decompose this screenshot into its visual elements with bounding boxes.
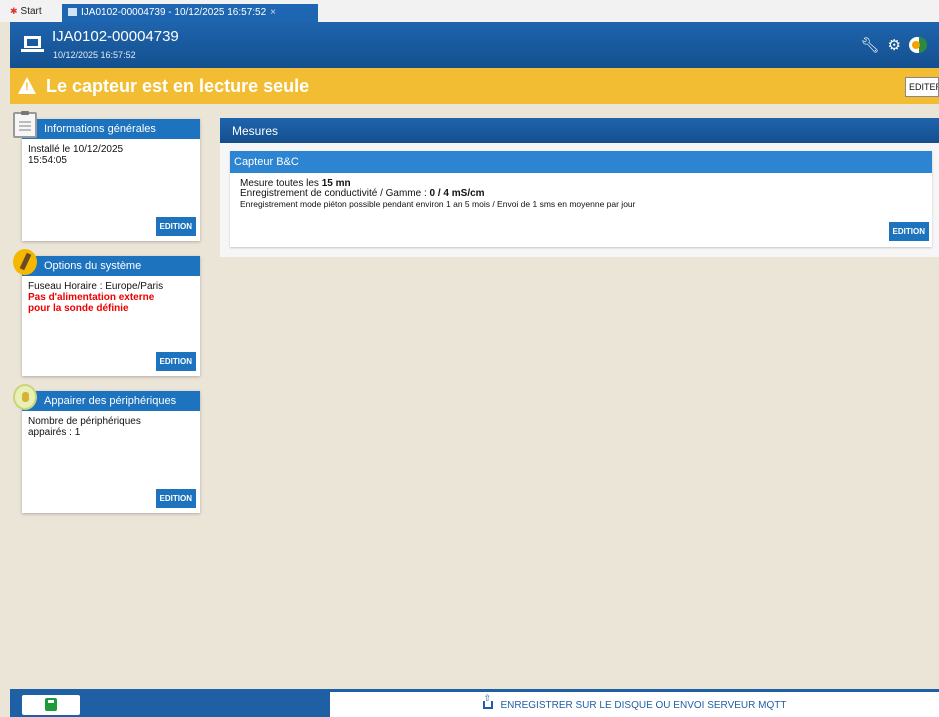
- mesures-panel: Capteur B&C Mesure toutes les 15 mn Enre…: [220, 143, 939, 257]
- card-pair-devices: Appairer des périphériques Nombre de pér…: [13, 384, 200, 513]
- tab-start[interactable]: ✱ Start: [10, 6, 42, 17]
- tab-strip: ✱ Start IJA0102-00004739 - 10/12/2025 16:…: [0, 0, 939, 22]
- tab-sensor[interactable]: IJA0102-00004739 - 10/12/2025 16:57:52 ×: [62, 4, 318, 22]
- installed-date: Installé le 10/12/2025: [28, 144, 124, 155]
- language-flag-icon[interactable]: [909, 37, 929, 53]
- gear-icon[interactable]: ⚙: [888, 36, 901, 54]
- capteur-card: Capteur B&C Mesure toutes les 15 mn Enre…: [230, 151, 932, 247]
- general-edit-button[interactable]: EDITION: [155, 217, 196, 236]
- editer-button[interactable]: EDITER: [905, 77, 939, 97]
- header-tools: 🔧︎ ⚙: [861, 36, 930, 54]
- plug-icon: [13, 384, 37, 410]
- sensor-title: IJA0102-00004739: [52, 28, 179, 45]
- wrench-icon[interactable]: 🔧︎: [861, 36, 880, 54]
- options-edit-button[interactable]: EDITION: [155, 352, 196, 371]
- save-icon: [45, 698, 57, 711]
- card-general-title: Informations générales: [22, 119, 200, 139]
- tab-start-label: Start: [20, 6, 42, 17]
- save-disk-mqtt-button[interactable]: ENREGISTRER SUR LE DISQUE OU ENVOI SERVE…: [330, 692, 939, 717]
- tab-sensor-label: IJA0102-00004739 - 10/12/2025 16:57:52: [81, 7, 267, 18]
- paired-count-line1: Nombre de périphériques: [28, 416, 141, 427]
- power-warning-line2: pour la sonde définie: [28, 303, 129, 314]
- card-system-options: Options du système Fuseau Horaire : Euro…: [13, 249, 200, 376]
- capteur-edit-button[interactable]: EDITION: [888, 222, 929, 241]
- timezone-text: Fuseau Horaire : Europe/Paris: [28, 281, 164, 292]
- read-only-message: Le capteur est en lecture seule: [46, 76, 310, 96]
- conductivity-range: Enregistrement de conductivité / Gamme :…: [240, 188, 485, 199]
- read-only-banner: ! Le capteur est en lecture seule EDITER: [10, 68, 939, 104]
- clipboard-icon: [13, 111, 37, 138]
- save-button[interactable]: [22, 695, 80, 715]
- pedestrian-mode-info: Enregistrement mode piéton possible pend…: [240, 199, 636, 209]
- capteur-title: Capteur B&C: [230, 151, 932, 173]
- power-warning-line1: Pas d'alimentation externe: [28, 292, 155, 303]
- card-general-info: Informations générales Installé le 10/12…: [13, 111, 200, 241]
- pair-edit-button[interactable]: EDITION: [155, 489, 196, 508]
- conductivity-range-value: 0 / 4 mS/cm: [429, 188, 485, 199]
- laptop-icon: [21, 36, 44, 52]
- save-disk-mqtt-label: ENREGISTRER SUR LE DISQUE OU ENVOI SERVE…: [500, 700, 787, 711]
- paired-count-line2: appairés : 1: [28, 427, 81, 438]
- mesures-title: Mesures: [220, 118, 939, 143]
- sensor-datetime: 10/12/2025 16:57:52: [53, 50, 136, 60]
- card-options-title: Options du système: [22, 256, 200, 276]
- card-pair-title: Appairer des périphériques: [22, 391, 200, 411]
- warning-icon: !: [18, 77, 36, 94]
- upload-icon: [482, 693, 493, 709]
- bottom-bar: ENREGISTRER SUR LE DISQUE OU ENVOI SERVE…: [10, 689, 939, 717]
- tools-icon: [13, 249, 37, 275]
- start-icon: ✱: [10, 6, 18, 16]
- sensor-header: IJA0102-00004739 10/12/2025 16:57:52 🔧︎ …: [10, 22, 939, 68]
- document-icon: [68, 8, 77, 16]
- tab-close-icon[interactable]: ×: [270, 7, 276, 18]
- installed-time: 15:54:05: [28, 155, 67, 166]
